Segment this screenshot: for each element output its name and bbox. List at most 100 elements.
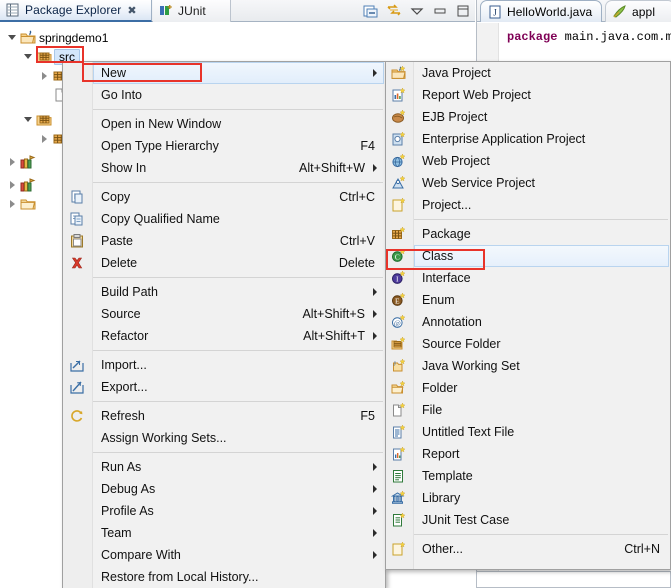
minimize-icon[interactable] xyxy=(432,3,448,19)
new-java-project-icon xyxy=(391,65,406,79)
submenu-item-ejb-project[interactable]: EJB Project xyxy=(386,106,670,128)
menu-item-accelerator: Alt+Shift+W xyxy=(299,161,365,175)
twisty-closed-icon[interactable] xyxy=(38,131,52,147)
submenu-item-source-folder[interactable]: Source Folder xyxy=(386,333,670,355)
menu-item-label: New xyxy=(101,66,127,80)
submenu-item-report-web-project[interactable]: Report Web Project xyxy=(386,84,670,106)
submenu-item-folder[interactable]: Folder xyxy=(386,377,670,399)
menu-item-delete[interactable]: Delete Delete xyxy=(63,252,385,274)
editor-tab-applicationcontext[interactable]: appl xyxy=(605,0,671,22)
tree-item-src-2[interactable] xyxy=(22,111,59,129)
view-toolbar xyxy=(363,2,471,20)
submenu-item-project[interactable]: Project... xyxy=(386,194,670,216)
submenu-item-label: Package xyxy=(422,227,471,241)
menu-item-label: Assign Working Sets... xyxy=(101,431,227,445)
menu-item-copy-qualified-name[interactable]: Copy Qualified Name xyxy=(63,208,385,230)
menu-item-team[interactable]: Team xyxy=(63,522,385,544)
submenu-item-enterprise-application-project[interactable]: Enterprise Application Project xyxy=(386,128,670,150)
submenu-item-other[interactable]: Other... Ctrl+N xyxy=(386,538,670,560)
new-ejb-project-icon xyxy=(392,109,406,123)
submenu-item-template[interactable]: Template xyxy=(386,465,670,487)
menu-item-run-as[interactable]: Run As xyxy=(63,456,385,478)
close-icon[interactable]: ✖ xyxy=(127,4,136,17)
tree-item-library-1[interactable] xyxy=(6,153,43,171)
menu-item-profile-as[interactable]: Profile As xyxy=(63,500,385,522)
new-other-icon xyxy=(392,541,406,556)
tab-junit[interactable]: JUnit xyxy=(153,0,231,22)
twisty-closed-icon[interactable] xyxy=(6,154,20,170)
menu-item-show-in[interactable]: Show In Alt+Shift+W xyxy=(63,157,385,179)
context-menu[interactable]: New Go Into Open in New Window Open Type… xyxy=(62,61,386,588)
new-submenu[interactable]: Java Project Report Web Project EJB Proj… xyxy=(385,61,671,570)
submenu-item-label: Java Project xyxy=(422,66,491,80)
submenu-item-interface[interactable]: I Interface xyxy=(386,267,670,289)
tree-item-folder[interactable] xyxy=(6,195,43,213)
menu-item-restore-from-local-history[interactable]: Restore from Local History... xyxy=(63,566,385,588)
submenu-item-library[interactable]: Library xyxy=(386,487,670,509)
tree-item-springdemo1[interactable]: springdemo1 xyxy=(6,29,112,47)
submenu-item-label: JUnit Test Case xyxy=(422,513,510,527)
submenu-item-web-project[interactable]: Web Project xyxy=(386,150,670,172)
menu-item-export[interactable]: Export... xyxy=(63,376,385,398)
new-web-service-project-icon xyxy=(392,175,406,189)
menu-item-new[interactable]: New xyxy=(63,62,385,84)
svg-text:C: C xyxy=(395,253,400,262)
new-report-icon xyxy=(393,446,406,461)
collapse-all-icon[interactable] xyxy=(363,3,379,19)
tab-label: Package Explorer xyxy=(25,3,122,17)
menu-item-open-type-hierarchy[interactable]: Open Type Hierarchy F4 xyxy=(63,135,385,157)
submenu-item-label: Other... xyxy=(422,542,463,556)
tab-package-explorer[interactable]: Package Explorer ✖ xyxy=(0,0,152,22)
menu-item-copy[interactable]: Copy Ctrl+C xyxy=(63,186,385,208)
twisty-closed-icon[interactable] xyxy=(6,177,20,193)
new-template-icon xyxy=(393,470,403,483)
menu-item-accelerator: Alt+Shift+S xyxy=(302,307,365,321)
submenu-item-report[interactable]: Report xyxy=(386,443,670,465)
menu-item-build-path[interactable]: Build Path xyxy=(63,281,385,303)
submenu-item-java-working-set[interactable]: J Java Working Set xyxy=(386,355,670,377)
menu-item-debug-as[interactable]: Debug As xyxy=(63,478,385,500)
submenu-arrow-icon xyxy=(373,310,377,318)
submenu-item-class[interactable]: C Class xyxy=(386,245,670,267)
menu-item-refactor[interactable]: Refactor Alt+Shift+T xyxy=(63,325,385,347)
menu-item-label: Export... xyxy=(101,380,148,394)
menu-item-source[interactable]: Source Alt+Shift+S xyxy=(63,303,385,325)
submenu-item-java-project[interactable]: Java Project xyxy=(386,62,670,84)
submenu-item-untitled-text-file[interactable]: Untitled Text File xyxy=(386,421,670,443)
menu-item-compare-with[interactable]: Compare With xyxy=(63,544,385,566)
new-untitled-text-file-icon xyxy=(393,424,406,439)
twisty-open-icon[interactable] xyxy=(6,30,20,46)
twisty-open-icon[interactable] xyxy=(22,112,36,128)
menu-item-go-into[interactable]: Go Into xyxy=(63,84,385,106)
library-icon xyxy=(20,178,36,192)
submenu-item-label: File xyxy=(422,403,443,417)
tree-item-library-2[interactable] xyxy=(6,176,43,194)
twisty-open-icon[interactable] xyxy=(22,49,36,65)
submenu-item-enum[interactable]: E Enum xyxy=(386,289,670,311)
submenu-item-label: Library xyxy=(422,491,461,505)
maximize-icon[interactable] xyxy=(455,3,471,19)
link-with-editor-icon[interactable] xyxy=(386,3,402,19)
menu-item-import[interactable]: Import... xyxy=(63,354,385,376)
menu-item-open-in-new-window[interactable]: Open in New Window xyxy=(63,113,385,135)
submenu-item-junit-test-case[interactable]: JUnit Test Case xyxy=(386,509,670,531)
menu-item-assign-working-sets[interactable]: Assign Working Sets... xyxy=(63,427,385,449)
submenu-item-label: Source Folder xyxy=(422,337,501,351)
editor-tab-helloworld[interactable]: J HelloWorld.java xyxy=(480,0,602,22)
view-menu-icon[interactable] xyxy=(409,3,425,19)
xml-file-icon xyxy=(613,4,626,18)
library-icon xyxy=(20,155,36,169)
submenu-item-web-service-project[interactable]: Web Service Project xyxy=(386,172,670,194)
menu-item-paste[interactable]: Paste Ctrl+V xyxy=(63,230,385,252)
submenu-item-package[interactable]: Package xyxy=(386,223,670,245)
submenu-item-annotation[interactable]: @ Annotation xyxy=(386,311,670,333)
new-file-icon xyxy=(393,402,406,417)
submenu-item-label: Project... xyxy=(422,198,472,212)
menu-item-refresh[interactable]: Refresh F5 xyxy=(63,405,385,427)
submenu-item-file[interactable]: File xyxy=(386,399,670,421)
twisty-closed-icon[interactable] xyxy=(38,68,52,84)
twisty-closed-icon[interactable] xyxy=(6,196,20,212)
submenu-item-label: Class xyxy=(422,249,454,263)
svg-text:E: E xyxy=(395,297,400,306)
delete-icon xyxy=(71,257,83,269)
